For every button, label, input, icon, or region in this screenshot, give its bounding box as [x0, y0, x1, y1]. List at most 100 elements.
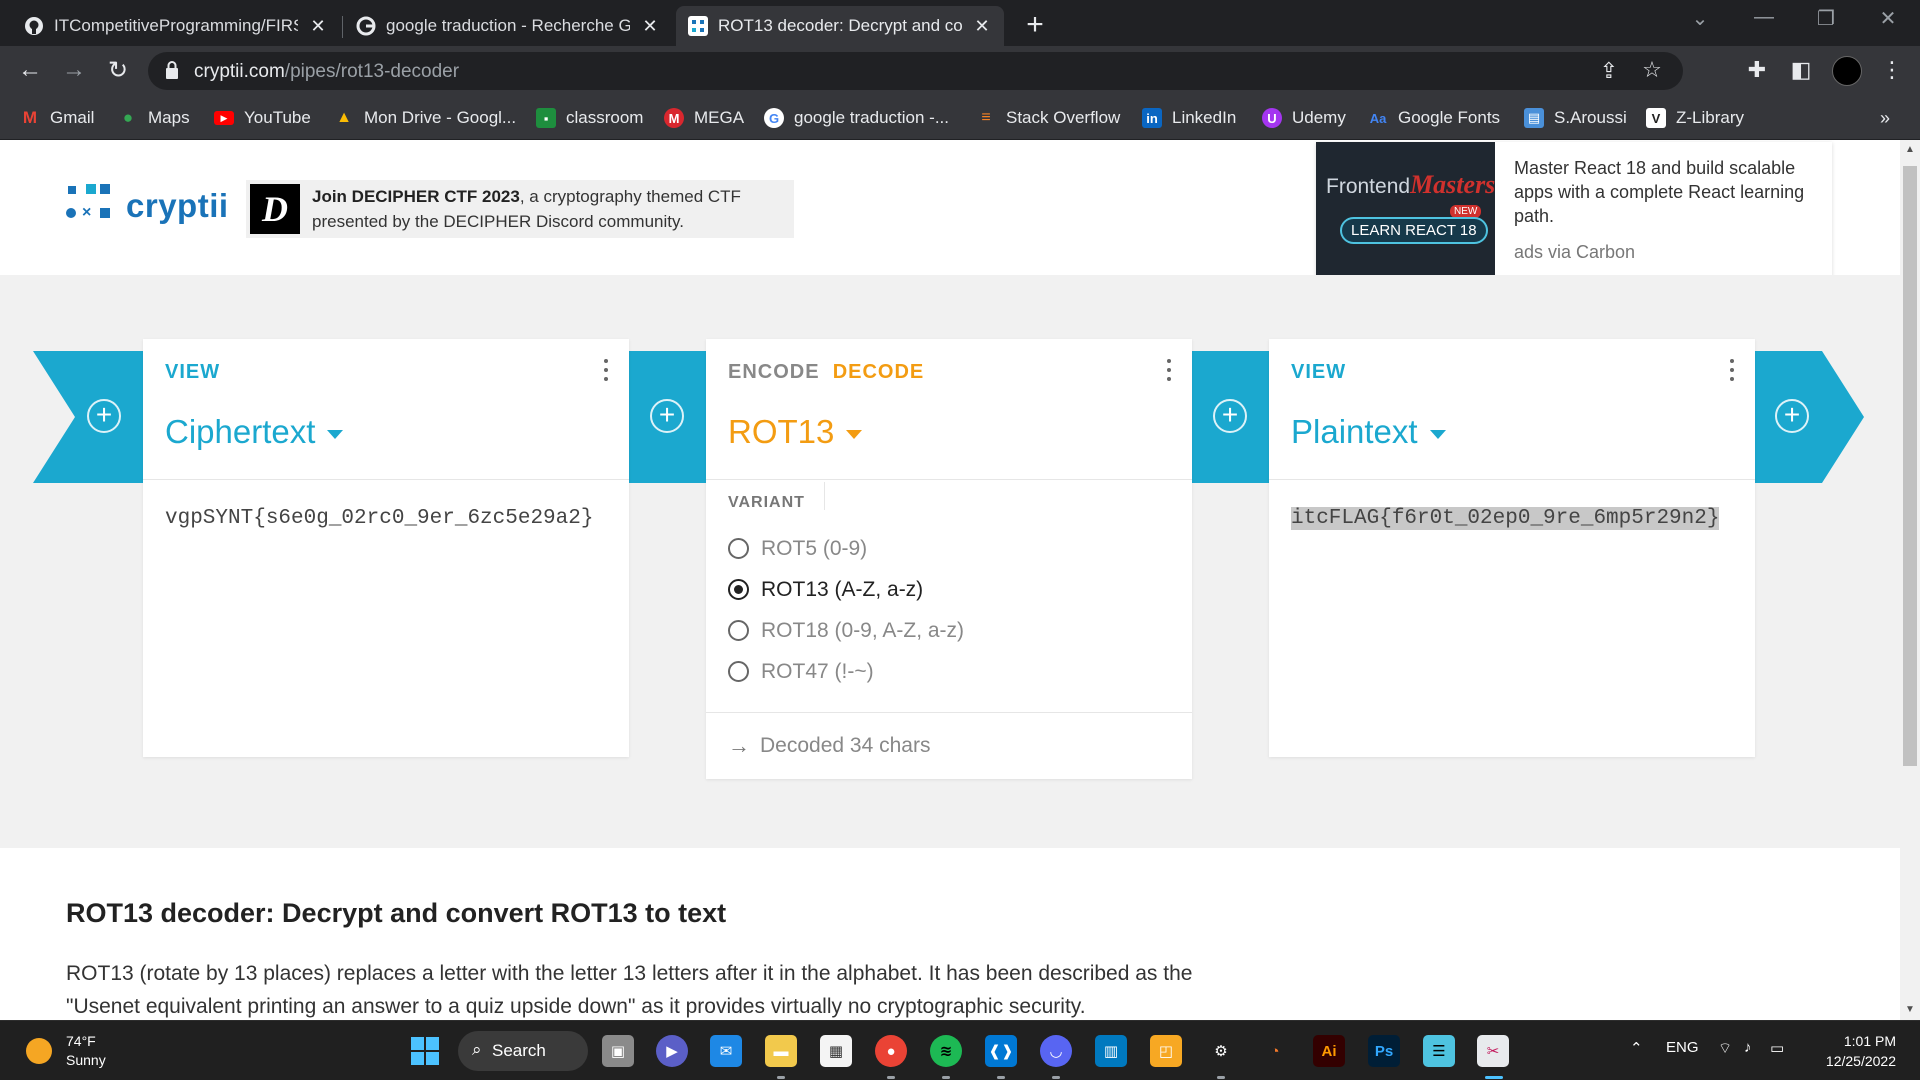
notepad-icon[interactable]: ☰	[1423, 1035, 1455, 1067]
battery-icon[interactable]: ▭	[1770, 1039, 1784, 1057]
promo-banner[interactable]: D Join DECIPHER CTF 2023, a cryptography…	[246, 180, 794, 238]
star-icon[interactable]: ☆	[1637, 57, 1667, 83]
scroll-thumb[interactable]	[1903, 166, 1917, 766]
bookmark-classroom[interactable]: ▪ classroom	[536, 96, 643, 140]
share-icon[interactable]: ⇪	[1594, 58, 1624, 84]
discord-icon[interactable]: ◡	[1040, 1035, 1072, 1067]
photoshop-icon[interactable]: Ps	[1368, 1035, 1400, 1067]
ad-attribution[interactable]: ads via Carbon	[1514, 242, 1635, 263]
taskbar-search[interactable]: ⌕ Search	[458, 1031, 588, 1071]
store-icon[interactable]: ▦	[820, 1035, 852, 1067]
vscode-icon[interactable]: ❰❱	[985, 1035, 1017, 1067]
language-indicator[interactable]: ENG	[1666, 1039, 1699, 1056]
bookmark-zlibrary[interactable]: V Z-Library	[1646, 96, 1744, 140]
brick-menu-icon[interactable]	[1729, 359, 1735, 383]
trello-icon[interactable]: ▥	[1095, 1035, 1127, 1067]
brick-title-select[interactable]: Ciphertext	[165, 413, 344, 451]
radio-icon	[728, 620, 749, 641]
radio-checked-icon	[728, 579, 749, 600]
brick-title-select[interactable]: Plaintext	[1291, 413, 1446, 451]
brick-header: VIEW Ciphertext	[143, 339, 629, 480]
close-window-icon[interactable]: ✕	[1868, 6, 1908, 31]
ad-learn-button[interactable]: LEARN REACT 18	[1340, 217, 1488, 244]
file-explorer-icon[interactable]: ▬	[765, 1035, 797, 1067]
add-brick-icon[interactable]: +	[650, 399, 684, 433]
illustrator-icon[interactable]: Ai	[1313, 1035, 1345, 1067]
profile-avatar[interactable]	[1832, 56, 1862, 86]
wifi-icon[interactable]: ⌔	[1718, 1039, 1732, 1058]
snipping-tool-icon[interactable]: ✂	[1477, 1035, 1509, 1067]
mega-icon: M	[664, 108, 684, 128]
decode-toggle[interactable]: DECODE	[833, 361, 925, 383]
clock[interactable]: 1:01 PM 12/25/2022	[1812, 1031, 1896, 1071]
ad-copy[interactable]: Master React 18 and build scalable apps …	[1514, 156, 1814, 228]
reload-icon[interactable]: ↻	[102, 56, 134, 85]
udemy-icon: U	[1262, 108, 1282, 128]
brick-menu-icon[interactable]	[603, 359, 609, 383]
add-brick-icon[interactable]: +	[1775, 399, 1809, 433]
more-bookmarks-icon[interactable]: »	[1880, 96, 1890, 140]
tab-search-icon[interactable]: ⌄	[1680, 6, 1720, 31]
weather-widget[interactable]: 74°F Sunny	[26, 1032, 106, 1070]
chat-icon[interactable]: ▶	[656, 1035, 688, 1067]
restore-icon[interactable]: ❐	[1806, 6, 1846, 31]
side-panel-icon[interactable]: ◧	[1786, 57, 1816, 83]
bookmark-maps[interactable]: ● Maps	[118, 96, 190, 140]
add-brick-icon[interactable]: +	[1213, 399, 1247, 433]
page-scrollbar[interactable]: ▲ ▼	[1900, 140, 1920, 1020]
forward-icon[interactable]: →	[58, 56, 90, 84]
cryptii-logo[interactable]: × cryptii	[66, 184, 229, 228]
variant-rot5[interactable]: ROT5 (0-9)	[728, 528, 964, 569]
address-bar[interactable]: cryptii.com/pipes/rot13-decoder ⇪ ☆	[148, 52, 1683, 90]
chrome-icon[interactable]: ●	[875, 1035, 907, 1067]
menu-icon[interactable]: ⋮	[1877, 57, 1907, 83]
mail-icon[interactable]: ✉	[710, 1035, 742, 1067]
spotify-icon[interactable]: ≋	[930, 1035, 962, 1067]
tab-cryptii[interactable]: ROT13 decoder: Decrypt and con ✕	[676, 6, 1004, 46]
article-title: ROT13 decoder: Decrypt and convert ROT13…	[66, 898, 727, 928]
blender-icon[interactable]: ◔	[1259, 1035, 1291, 1067]
minimize-icon[interactable]: —	[1744, 6, 1784, 29]
tab-google-traduction[interactable]: google traduction - Recherche G ✕	[344, 6, 672, 46]
bookmark-udemy[interactable]: U Udemy	[1262, 96, 1346, 140]
back-icon[interactable]: ←	[14, 56, 46, 84]
variant-rot18[interactable]: ROT18 (0-9, A-Z, a-z)	[728, 610, 964, 651]
plaintext-content[interactable]: itcFLAG{f6r0t_02ep0_9re_6mp5r29n2}	[1291, 502, 1731, 535]
scroll-down-icon[interactable]: ▼	[1900, 1000, 1920, 1020]
bookmark-mega[interactable]: M MEGA	[664, 96, 744, 140]
scroll-up-icon[interactable]: ▲	[1900, 140, 1920, 160]
task-view-icon[interactable]: ▣	[602, 1035, 634, 1067]
brick-menu-icon[interactable]	[1166, 359, 1172, 383]
bookmark-saroussi[interactable]: ▤ S.Aroussi	[1524, 96, 1627, 140]
lock-icon	[166, 61, 178, 79]
close-tab-icon[interactable]: ✕	[308, 16, 328, 37]
steam-icon[interactable]: ⚙	[1205, 1035, 1237, 1067]
carbon-ad[interactable]: FrontendMasters NEW LEARN REACT 18 Maste…	[1316, 142, 1832, 279]
bookmark-linkedin[interactable]: in LinkedIn	[1142, 96, 1236, 140]
brick-title-select[interactable]: ROT13	[728, 413, 863, 451]
extensions-icon[interactable]: ✚	[1742, 57, 1772, 83]
bookmark-drive[interactable]: ▲ Mon Drive - Googl...	[334, 96, 516, 140]
plaintext-textarea[interactable]: itcFLAG{f6r0t_02ep0_9re_6mp5r29n2}	[1269, 480, 1755, 557]
bookmark-youtube[interactable]: ▶ YouTube	[214, 96, 311, 140]
bookmark-google-fonts[interactable]: Aa Google Fonts	[1368, 96, 1500, 140]
variant-rot13[interactable]: ROT13 (A-Z, a-z)	[728, 569, 964, 610]
close-tab-icon[interactable]: ✕	[972, 16, 992, 37]
add-brick-icon[interactable]: +	[87, 399, 121, 433]
chevron-up-icon[interactable]: ⌃	[1630, 1039, 1643, 1057]
bookmark-gmail[interactable]: M Gmail	[20, 96, 95, 140]
tab-github[interactable]: ITCompetitiveProgramming/FIRS ✕	[12, 6, 340, 46]
volume-icon[interactable]: ♪	[1744, 1039, 1752, 1056]
maps-icon: ●	[122, 108, 134, 127]
bookmark-stackoverflow[interactable]: ≡ Stack Overflow	[976, 96, 1120, 140]
close-tab-icon[interactable]: ✕	[640, 16, 660, 37]
encode-toggle[interactable]: ENCODE	[728, 361, 820, 383]
ciphertext-textarea[interactable]: vgpSYNT{s6e0g_02rc0_9er_6zc5e29a2}	[143, 480, 629, 557]
app-icon[interactable]: ◰	[1150, 1035, 1182, 1067]
bookmark-google-traduction[interactable]: Ggoogle traduction -...	[764, 96, 949, 140]
new-tab-button[interactable]: +	[1017, 8, 1053, 44]
ciphertext-content[interactable]: vgpSYNT{s6e0g_02rc0_9er_6zc5e29a2}	[165, 502, 605, 535]
running-indicator	[942, 1076, 950, 1079]
windows-start-icon[interactable]	[409, 1035, 441, 1067]
variant-rot47[interactable]: ROT47 (!-~)	[728, 651, 964, 692]
